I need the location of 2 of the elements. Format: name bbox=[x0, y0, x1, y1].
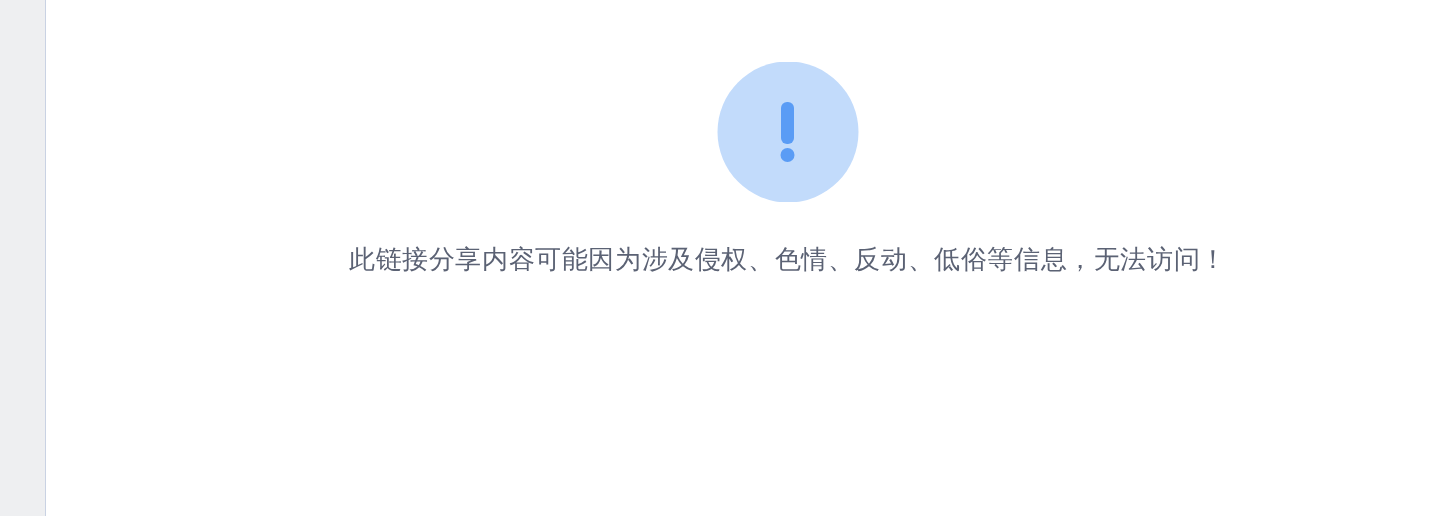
error-message: 此链接分享内容可能因为涉及侵权、色情、反动、低俗等信息，无法访问！ bbox=[349, 243, 1227, 276]
warning-icon bbox=[717, 62, 859, 202]
